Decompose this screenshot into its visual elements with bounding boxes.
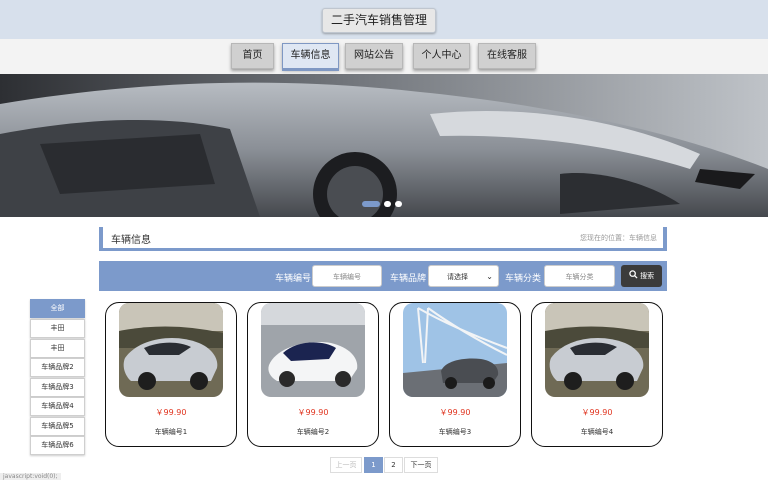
product-price: ￥99.90 [155,408,187,417]
product-card[interactable]: ￥99.90 车辆编号1 [105,302,237,447]
select-value: 请选择 [447,273,468,281]
product-name: 车辆编号2 [296,428,330,436]
product-price: ￥99.90 [297,408,329,417]
page-1[interactable]: 1 [364,457,383,473]
product-card[interactable]: ￥99.90 车辆编号2 [247,302,379,447]
product-card[interactable]: ￥99.90 车辆编号4 [531,302,663,447]
category-all[interactable]: 全部 [30,299,85,318]
product-image [545,303,649,397]
nav-vehicle-info[interactable]: 车辆信息 [282,43,339,69]
vehicle-category-input[interactable]: 车辆分类 [544,265,615,287]
product-image [261,303,365,397]
category-item[interactable]: 车辆品牌2 [30,358,85,377]
search-button-label: 搜索 [640,272,655,280]
site-header: 二手汽车销售管理 [0,0,768,39]
carousel-dot-1[interactable] [362,201,380,207]
product-name: 车辆编号3 [438,428,472,436]
search-button[interactable]: 搜索 [621,265,662,287]
search-icon [629,270,638,279]
section-title: 车辆信息 [111,235,151,246]
nav-home[interactable]: 首页 [231,43,274,69]
product-image [403,303,507,397]
vehicle-brand-label: 车辆品牌 [390,274,427,284]
filter-bar: 车辆编号 车辆编号 车辆品牌 请选择 ⌄ 车辆分类 车辆分类 搜索 [99,261,667,291]
banner-car-image [0,74,768,217]
category-item[interactable]: 车辆品牌4 [30,397,85,416]
main-nav: 首页 车辆信息 网站公告 个人中心 在线客服 [0,39,768,74]
page-2[interactable]: 2 [384,457,403,473]
product-card[interactable]: ￥99.90 车辆编号3 [389,302,521,447]
vehicle-brand-select[interactable]: 请选择 ⌄ [428,265,499,287]
category-item[interactable]: 车辆品牌5 [30,417,85,436]
prev-page-button[interactable]: 上一页 [330,457,362,473]
site-title: 二手汽车销售管理 [322,8,436,33]
vehicle-number-input[interactable]: 车辆编号 [312,265,382,287]
nav-online-service[interactable]: 在线客服 [478,43,536,69]
product-name: 车辆编号1 [154,428,188,436]
category-item[interactable]: 丰田 [30,339,85,358]
nav-personal-center[interactable]: 个人中心 [413,43,470,69]
banner-carousel[interactable] [0,74,768,217]
next-page-button[interactable]: 下一页 [404,457,438,473]
browser-status-bar: javascript:void(0); [0,473,61,480]
breadcrumb: 车辆信息 您现在的位置：车辆信息 [99,227,667,251]
vehicle-category-label: 车辆分类 [505,274,542,284]
category-item[interactable]: 丰田 [30,319,85,338]
product-price: ￥99.90 [439,408,471,417]
carousel-dot-2[interactable] [384,201,391,207]
product-price: ￥99.90 [581,408,613,417]
nav-announcements[interactable]: 网站公告 [345,43,403,69]
vehicle-number-label: 车辆编号 [275,274,312,284]
category-item[interactable]: 车辆品牌6 [30,436,85,455]
breadcrumb-location: 您现在的位置：车辆信息 [580,234,657,242]
product-image [119,303,223,397]
product-name: 车辆编号4 [580,428,614,436]
carousel-dot-3[interactable] [395,201,402,207]
category-item[interactable]: 车辆品牌3 [30,378,85,397]
chevron-down-icon: ⌄ [486,272,493,281]
